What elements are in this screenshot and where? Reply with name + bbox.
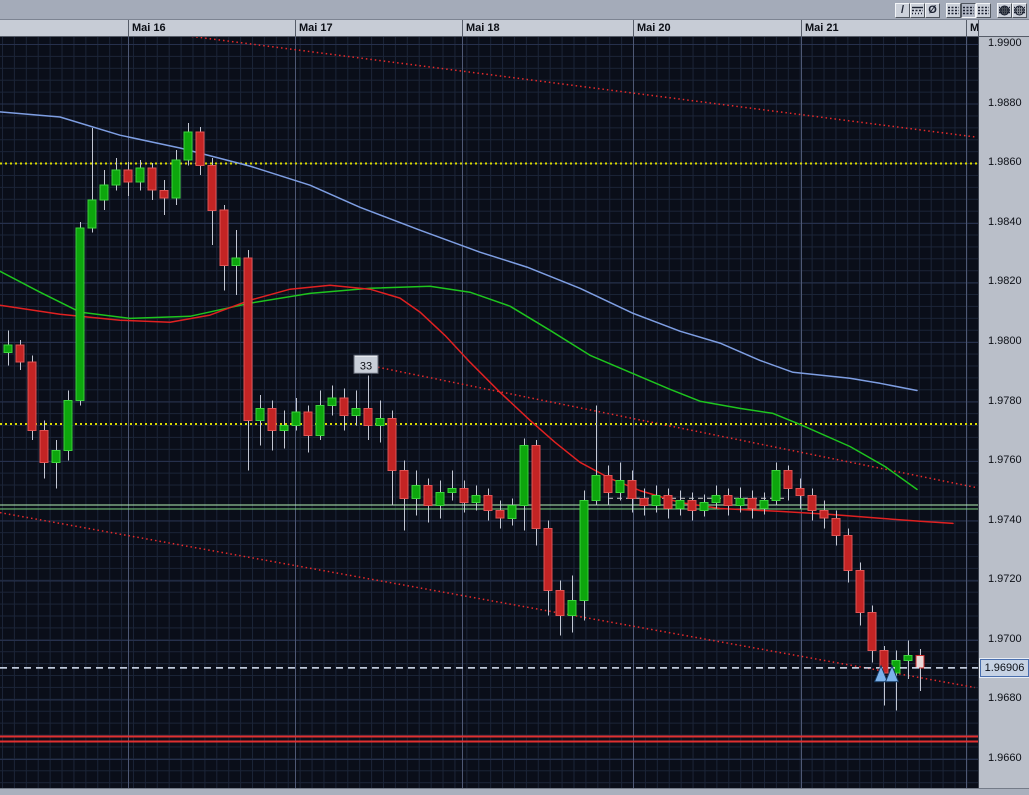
day-divider xyxy=(462,20,463,37)
day-divider xyxy=(128,20,129,37)
chart-area[interactable]: 33 xyxy=(0,37,978,788)
null-tool-button[interactable]: Ø xyxy=(925,3,940,18)
price-tick-label: 1.9760 xyxy=(979,454,1029,466)
day-divider xyxy=(966,20,967,37)
price-tick-label: 1.9820 xyxy=(979,275,1029,287)
price-tick-label: 1.9660 xyxy=(979,752,1029,764)
toolbar-group xyxy=(946,3,991,18)
price-tick-label: 1.9840 xyxy=(979,216,1029,228)
trading-app-window: /Ø Mai 16Mai 17Mai 18Mai 20Mai 21M 33 1.… xyxy=(0,0,1029,795)
day-label: Mai 21 xyxy=(805,22,839,34)
day-label: Mai 17 xyxy=(299,22,333,34)
day-divider xyxy=(801,20,802,37)
candles xyxy=(4,123,924,711)
ma-blue xyxy=(0,112,917,391)
grid-style-2-button-icon[interactable] xyxy=(961,3,976,18)
fill-pattern-hatch-button-icon[interactable] xyxy=(1012,3,1027,18)
trendline-tool-button[interactable]: / xyxy=(895,3,910,18)
grid-style-1-button-icon[interactable] xyxy=(946,3,961,18)
annotation-label: 33 xyxy=(360,360,372,372)
bottom-strip xyxy=(0,788,1029,795)
fill-pattern-dark-button-icon[interactable] xyxy=(997,3,1012,18)
titlebar: /Ø xyxy=(0,0,1029,20)
day-label: Mai 18 xyxy=(466,22,500,34)
price-tick-label: 1.9680 xyxy=(979,692,1029,704)
price-axis: 1.96906 1.9900 1.9880 1.9860 1.9840 1.9820 1.… xyxy=(978,37,1029,788)
price-tick-label: 1.9720 xyxy=(979,573,1029,585)
toolbar: /Ø xyxy=(889,2,1027,18)
ma-green xyxy=(0,271,917,489)
toolbar-group: /Ø xyxy=(895,3,940,18)
line-style-button-icon[interactable] xyxy=(910,3,925,18)
day-divider xyxy=(295,20,296,37)
day-divider xyxy=(633,20,634,37)
day-label: Mai 16 xyxy=(132,22,166,34)
price-tick-label: 1.9900 xyxy=(979,37,1029,49)
date-axis: Mai 16Mai 17Mai 18Mai 20Mai 21M xyxy=(0,20,1029,37)
day-label: Mai 20 xyxy=(637,22,671,34)
price-tick-label: 1.9800 xyxy=(979,335,1029,347)
price-tick-label: 1.9740 xyxy=(979,514,1029,526)
axis-divider xyxy=(978,20,979,37)
toolbar-group xyxy=(997,3,1027,18)
grid-style-3-button-icon[interactable] xyxy=(976,3,991,18)
price-tick-label: 1.9700 xyxy=(979,633,1029,645)
candlestick-plot[interactable]: 33 xyxy=(0,37,978,788)
price-tick-label: 1.9780 xyxy=(979,395,1029,407)
price-tick-label: 1.9880 xyxy=(979,97,1029,109)
price-tick-label: 1.9860 xyxy=(979,156,1029,168)
current-price-tag: 1.96906 xyxy=(980,659,1029,677)
